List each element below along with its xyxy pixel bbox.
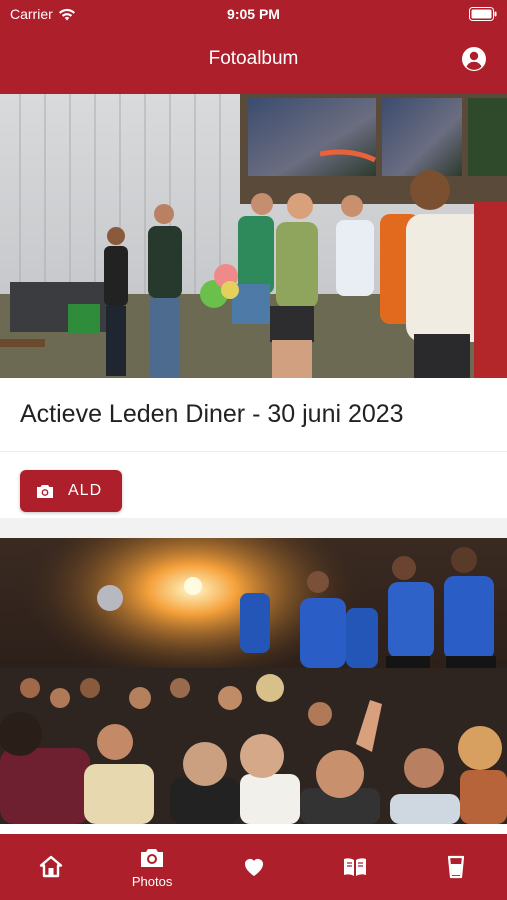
album-title: Actieve Leden Diner - 30 juni 2023	[0, 378, 507, 452]
tab-home[interactable]	[0, 834, 101, 900]
album-cover-photo[interactable]	[0, 538, 507, 824]
glass-icon	[448, 855, 465, 879]
tab-drinks[interactable]	[406, 834, 507, 900]
nav-bar: Fotoalbum	[0, 30, 507, 94]
album-feed[interactable]: Actieve Leden Diner - 30 juni 2023 ALD	[0, 94, 507, 834]
home-icon	[39, 855, 62, 878]
user-circle-icon[interactable]	[461, 46, 487, 72]
book-icon	[343, 858, 366, 876]
album-card[interactable]: Actieve Leden Diner - 30 juni 2023 ALD	[0, 94, 507, 518]
album-cover-photo[interactable]	[0, 94, 507, 378]
tab-bar: Photos	[0, 834, 507, 900]
status-bar: Carrier 9:05 PM	[0, 0, 507, 30]
album-open-button[interactable]: ALD	[20, 470, 123, 512]
page-title: Fotoalbum	[208, 48, 299, 69]
battery-icon	[469, 7, 497, 24]
album-button-label: ALD	[68, 482, 103, 499]
heart-icon	[244, 859, 263, 876]
tab-photos[interactable]: Photos	[101, 834, 202, 900]
camera-icon	[37, 484, 53, 498]
party-photo-image	[0, 94, 507, 378]
album-card[interactable]	[0, 538, 507, 834]
status-time: 9:05 PM	[227, 6, 280, 22]
album-actions: ALD	[0, 452, 507, 518]
tab-photos-label: Photos	[131, 874, 173, 889]
tab-favorites[interactable]	[203, 834, 304, 900]
camera-icon	[141, 849, 164, 867]
party-photo-image	[0, 538, 507, 824]
tab-book[interactable]	[304, 834, 405, 900]
